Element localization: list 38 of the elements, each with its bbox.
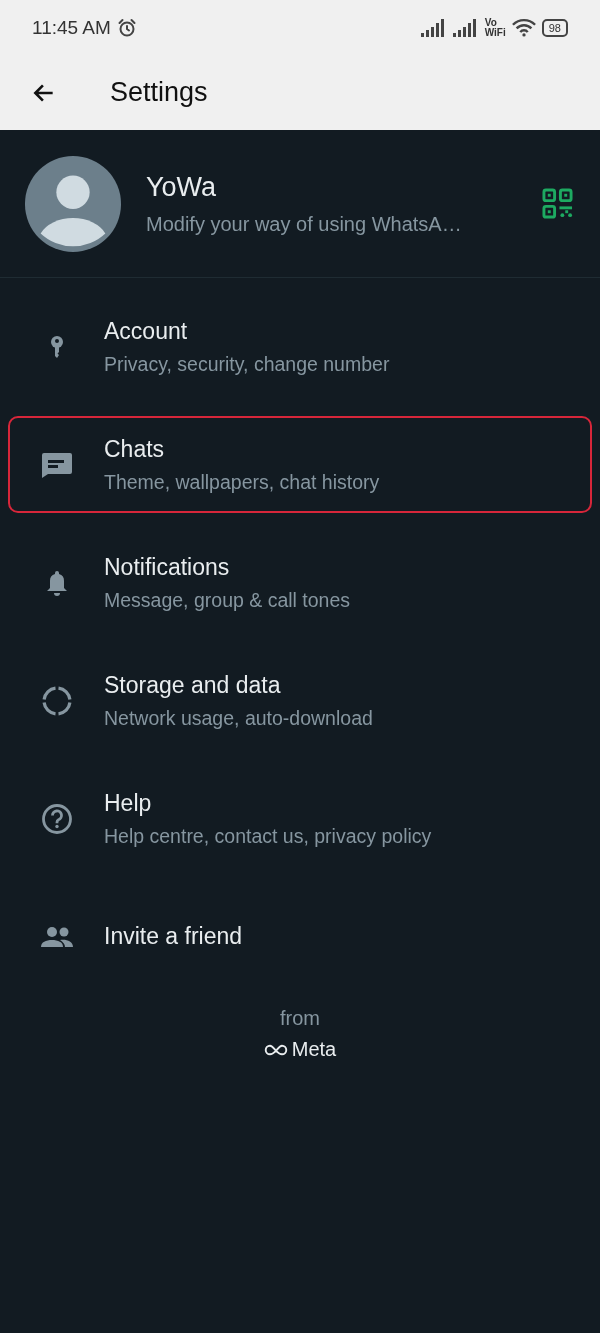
- avatar[interactable]: [24, 154, 122, 253]
- signal-icon: [420, 18, 447, 37]
- storage-icon: [41, 684, 73, 717]
- item-subtitle: Network usage, auto-download: [104, 706, 373, 730]
- item-title: Notifications: [104, 553, 231, 581]
- from-label: from: [280, 1007, 320, 1030]
- help-icon: [41, 802, 73, 835]
- item-subtitle: Theme, wallpapers, chat history: [104, 470, 380, 494]
- qr-code-icon[interactable]: [542, 188, 573, 219]
- settings-item[interactable]: Storage and data Network usage, auto-download: [8, 652, 592, 749]
- screen-title: Settings: [110, 77, 208, 108]
- profile-about: Modify your way of using WhatsA…: [146, 212, 463, 236]
- status-time: 11:45 AM: [32, 16, 111, 39]
- wifi-icon: [511, 18, 536, 37]
- item-subtitle: Help centre, contact us, privacy policy: [104, 824, 432, 848]
- item-subtitle: Privacy, security, change number: [104, 352, 390, 376]
- signal-icon: [452, 18, 479, 37]
- wifi-label: WiFi: [484, 27, 506, 38]
- item-title: Chats: [104, 435, 166, 463]
- item-title: Invite a friend: [104, 923, 243, 950]
- brand-name: Meta: [291, 1038, 337, 1061]
- vo-label: Vo: [484, 17, 498, 28]
- settings-item[interactable]: Notifications Message, group & call tones: [8, 534, 592, 631]
- profile-name: YoWa: [146, 171, 218, 203]
- settings-item[interactable]: Chats Theme, wallpapers, chat history: [8, 416, 592, 513]
- alarm-icon: [116, 17, 137, 38]
- settings-item[interactable]: Account Privacy, security, change number: [8, 298, 592, 395]
- bell-icon: [45, 568, 69, 597]
- item-title: Account: [104, 317, 189, 345]
- battery-indicator: 98: [541, 18, 568, 37]
- item-title: Storage and data: [104, 671, 282, 699]
- infinity-logo-icon: [263, 1043, 288, 1056]
- people-icon: [40, 925, 74, 948]
- chat-icon: [41, 451, 73, 478]
- item-subtitle: Message, group & call tones: [104, 588, 351, 612]
- settings-item[interactable]: Help Help centre, contact us, privacy policy: [8, 770, 592, 867]
- item-title: Help: [104, 789, 153, 817]
- settings-item[interactable]: Invite a friend: [8, 888, 592, 985]
